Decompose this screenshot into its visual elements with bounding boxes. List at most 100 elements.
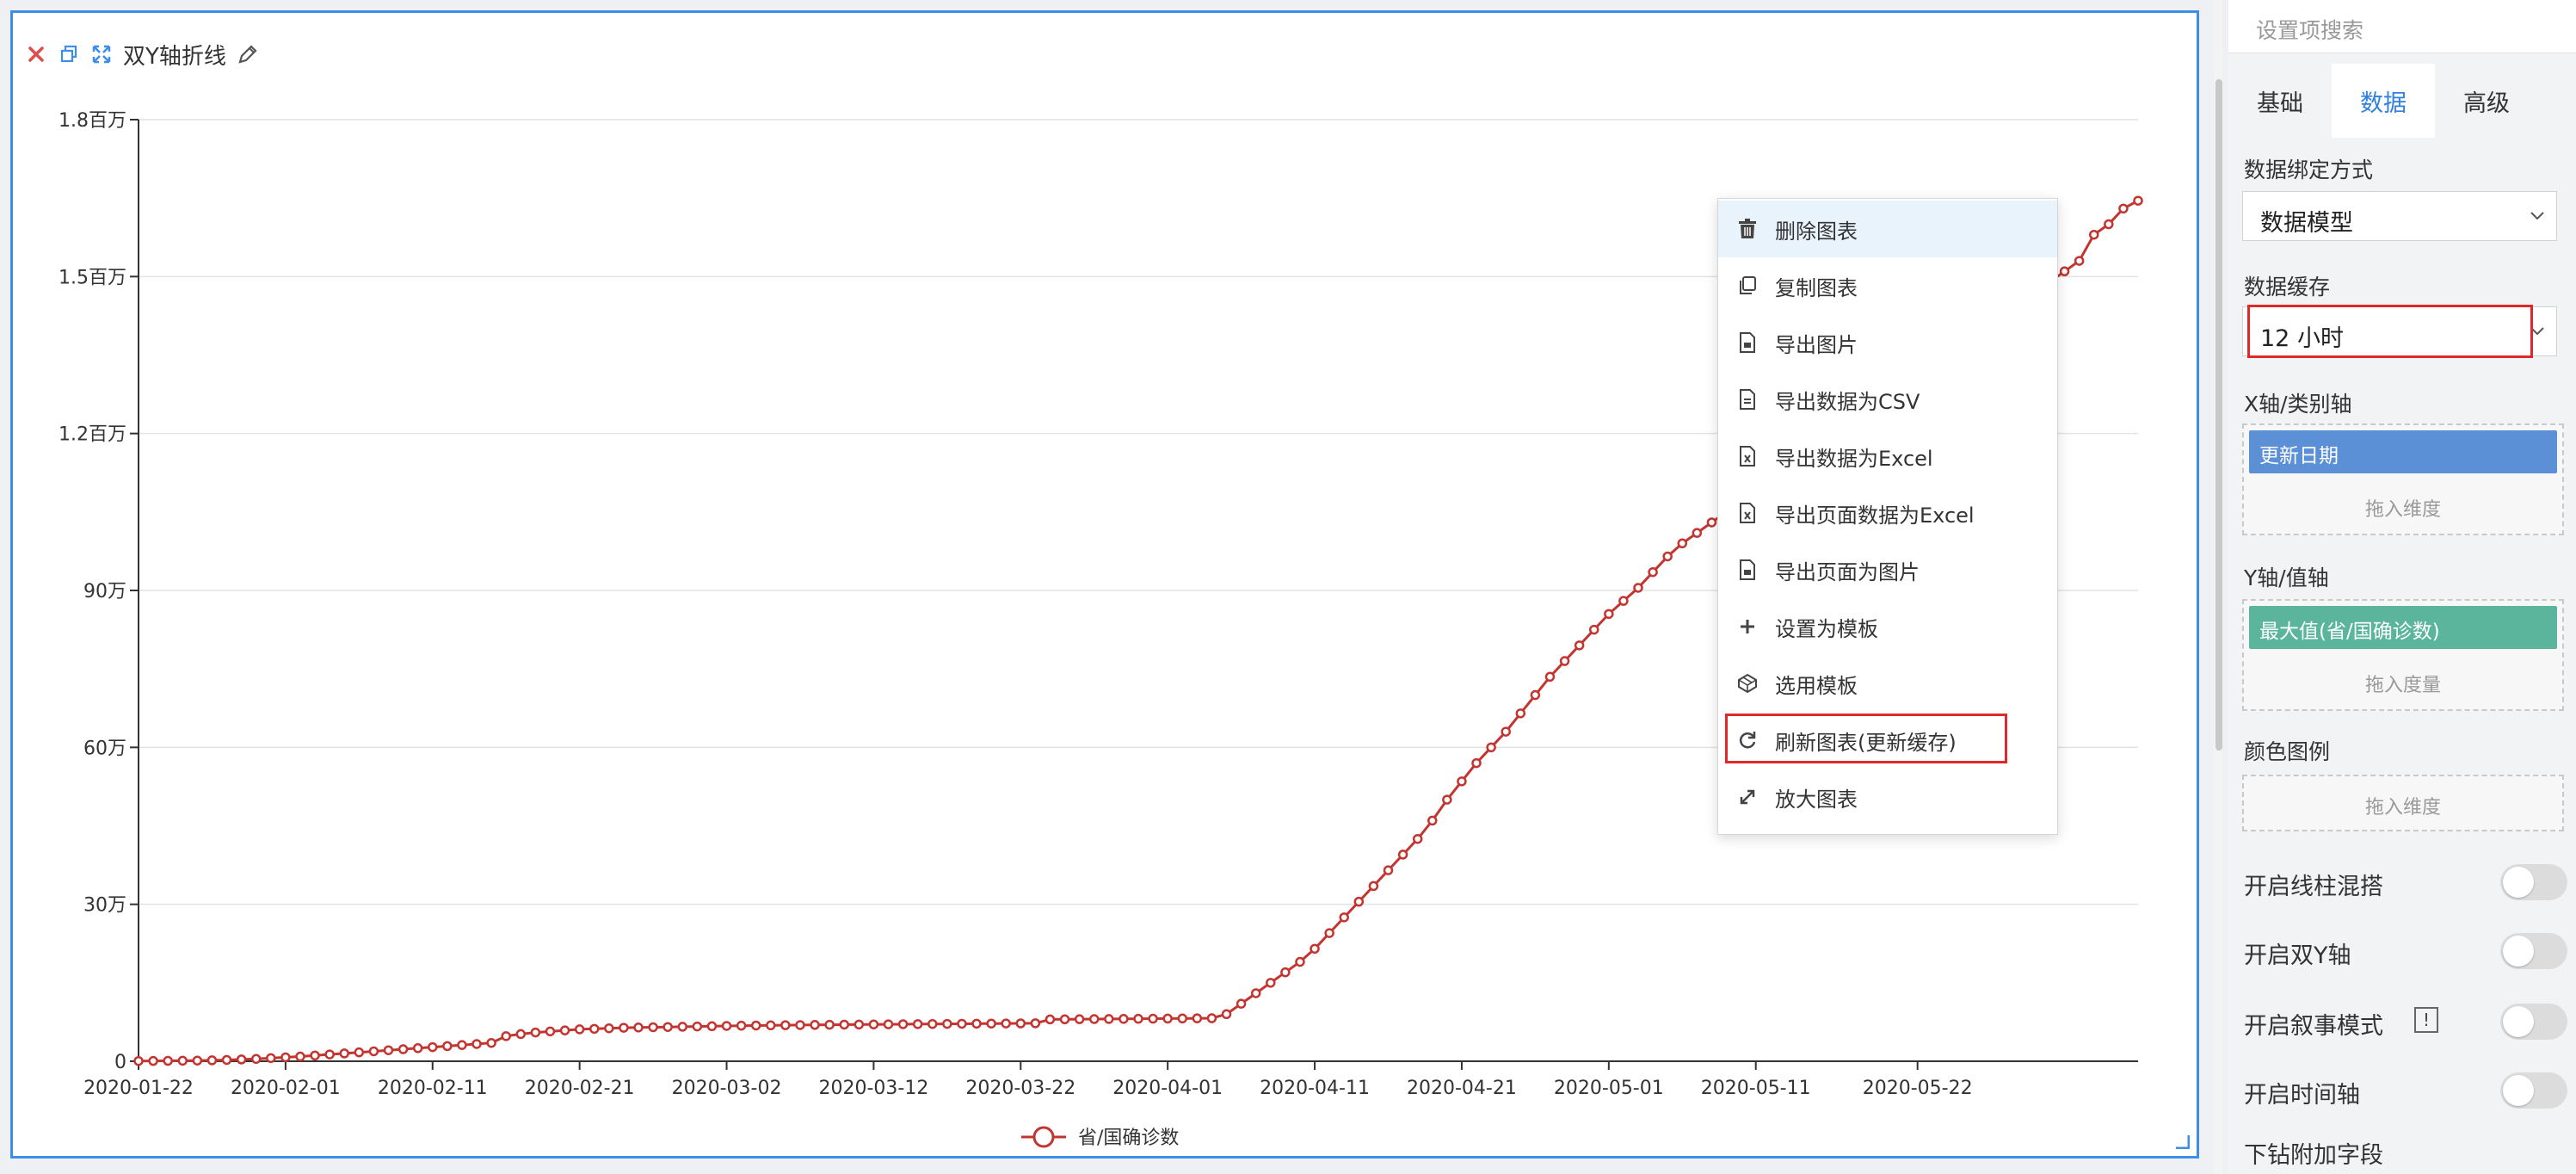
menu-item-delete-chart[interactable]: 删除图表 [1718,201,2057,257]
menu-item-label: 设置为模板 [1775,616,1878,641]
menu-item-label: 导出图片 [1775,332,1858,357]
x-tick-label: 2020-02-11 [378,1078,488,1099]
data-point [133,1055,144,1066]
x-tick-label: 2020-03-12 [818,1078,928,1099]
menu-item-export-csv[interactable]: 导出数据为CSV [1718,371,2057,428]
tab-advanced[interactable]: 高级 [2435,64,2538,138]
data-point [1457,776,1467,787]
excel-file-icon [1735,444,1759,468]
menu-item-use-template[interactable]: 选用模板 [1718,655,2057,712]
settings-tabs: 基础 数据 高级 [2228,64,2576,138]
y-tick-label: 0 [114,1052,126,1073]
data-point [1530,689,1541,701]
y-axis-field-pill[interactable]: 最大值(省/国确诊数) [2249,606,2557,649]
data-point [1133,1013,1143,1024]
data-point [766,1020,776,1031]
binding-select[interactable]: 数据模型 [2242,191,2557,241]
y-tick-label: 1.2百万 [59,424,126,446]
widget-title: 双Y轴折线 [123,43,226,70]
menu-item-export-image[interactable]: 导出图片 [1718,314,2057,371]
data-point [868,1019,879,1029]
data-point [2104,219,2114,230]
menu-item-copy-chart[interactable]: 复制图表 [1718,257,2057,314]
data-point [1104,1014,1114,1024]
data-point [619,1023,629,1033]
close-icon[interactable] [22,40,51,69]
y-axis-drop-zone[interactable]: 最大值(省/国确诊数) 拖入度量 [2242,599,2564,711]
data-point [383,1045,394,1055]
info-icon[interactable]: ! [2414,1007,2438,1033]
data-point [736,1020,747,1031]
timeline-toggle[interactable] [2500,1072,2567,1109]
menu-item-export-page-image[interactable]: 导出页面为图片 [1718,541,2057,598]
toggle-label: 开启线柱混搭 [2244,874,2383,900]
scrollbar-thumb[interactable] [2215,79,2222,751]
x-tick-label: 2020-05-22 [1863,1078,1973,1099]
binding-value: 数据模型 [2260,210,2353,237]
y-axis-label: Y轴/值轴 [2244,565,2329,590]
x-tick-label: 2020-04-21 [1407,1078,1517,1099]
data-point [559,1025,570,1035]
data-point [971,1018,982,1029]
data-point [368,1046,379,1057]
data-point [339,1048,349,1059]
dual-y-toggle[interactable] [2500,933,2567,969]
data-point [854,1019,865,1030]
image-file-icon [1735,331,1759,355]
toggle-label: 开启叙事模式 [2244,1013,2383,1040]
data-point [633,1023,644,1033]
x-axis-drop-zone[interactable]: 更新日期 拖入维度 [2242,423,2564,535]
data-point [221,1054,232,1066]
menu-item-export-page-excel[interactable]: 导出页面数据为Excel [1718,485,2057,541]
chevron-down-icon [2530,212,2544,220]
data-point [692,1021,703,1032]
data-point [192,1055,203,1066]
data-point [1574,640,1585,651]
resize-handle-icon[interactable] [2174,1134,2190,1149]
narrative-mode-toggle[interactable] [2500,1004,2567,1040]
tab-basic[interactable]: 基础 [2228,64,2332,138]
x-axis-field-pill[interactable]: 更新日期 [2249,430,2557,473]
expand-icon[interactable] [87,40,116,69]
data-point [589,1023,600,1035]
data-point [1677,538,1688,549]
color-legend-drop-zone[interactable]: 拖入维度 [2242,775,2564,831]
context-menu: 删除图表 复制图表 导出图片 导出数据为CSV 导出数据为Excel 导出页面数… [1717,198,2058,835]
menu-item-label: 选用模板 [1775,673,1858,698]
data-point [1427,815,1438,826]
line-bar-mix-toggle[interactable] [2500,864,2567,900]
data-point [428,1041,438,1053]
data-point [457,1040,467,1050]
data-point [1192,1013,1203,1023]
data-point [927,1018,938,1029]
data-point [2059,266,2070,277]
menu-item-set-template[interactable]: 设置为模板 [1718,598,2057,655]
data-point [1383,865,1394,875]
data-point [177,1055,188,1066]
toggle-label: 开启时间轴 [2244,1082,2360,1109]
data-point [1074,1014,1085,1024]
menu-item-refresh-chart[interactable]: 刷新图表(更新缓存) [1718,712,2057,769]
color-legend-label: 颜色图例 [2244,739,2331,764]
data-point [2074,256,2085,266]
menu-item-enlarge-chart[interactable]: 放大图表 [1718,769,2057,825]
settings-search-input[interactable]: 设置项搜索 [2228,0,2576,53]
copy-icon[interactable] [54,40,83,69]
data-point [1501,726,1511,737]
x-tick-label: 2020-03-02 [672,1078,782,1099]
data-point [206,1055,218,1066]
data-point [721,1021,732,1031]
data-point [250,1054,262,1065]
x-tick-label: 2020-03-22 [965,1078,1075,1099]
data-point [324,1049,335,1060]
data-point [706,1021,718,1032]
data-point [310,1050,320,1061]
x-axis-drop-hint: 拖入维度 [2364,499,2441,521]
tab-data[interactable]: 数据 [2332,64,2435,138]
menu-item-label: 导出数据为Excel [1775,446,1933,471]
data-point [1515,708,1526,719]
menu-item-export-excel[interactable]: 导出数据为Excel [1718,428,2057,485]
data-point [574,1024,585,1035]
edit-icon[interactable] [233,40,262,69]
template-icon [1735,671,1759,695]
